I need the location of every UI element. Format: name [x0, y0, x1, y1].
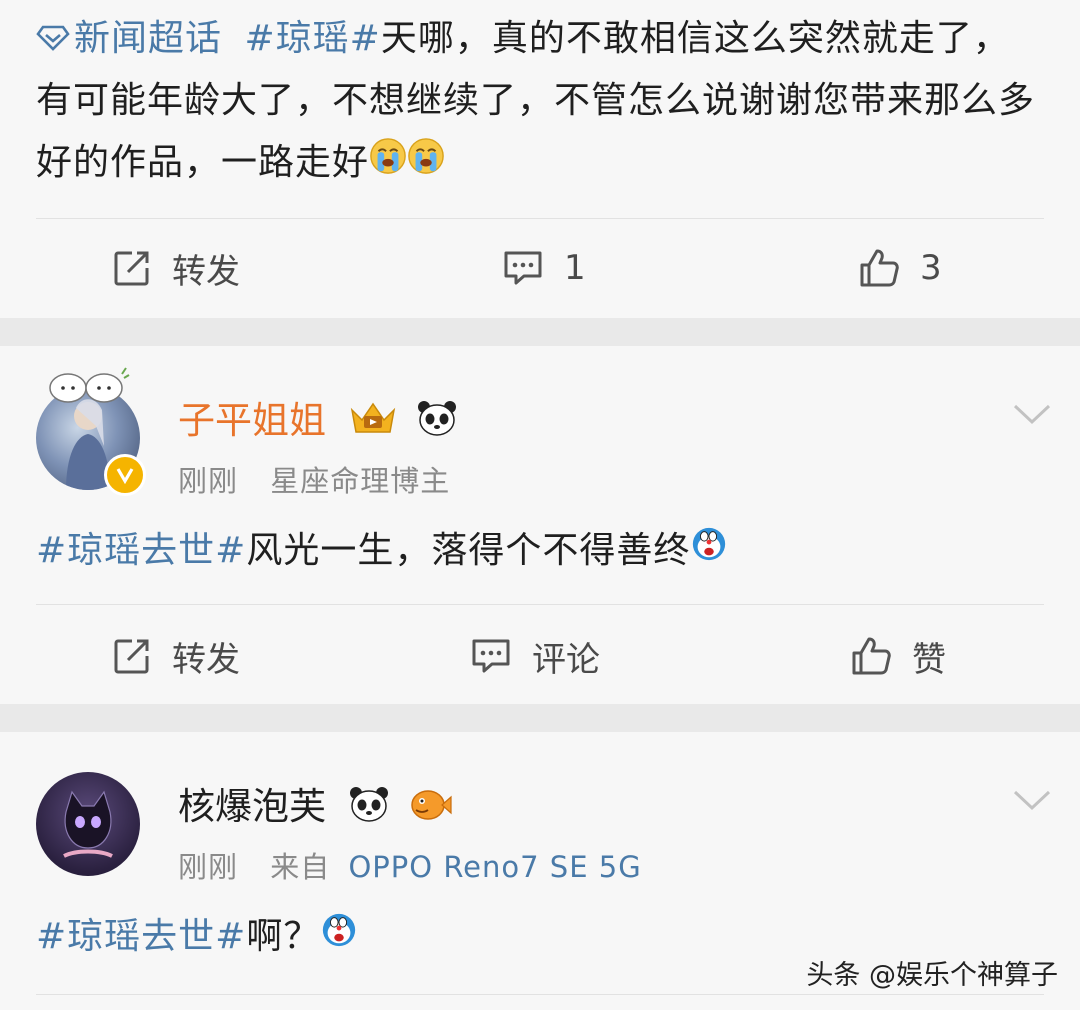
repost-label: 转发 — [172, 251, 240, 292]
chevron-down-icon[interactable] — [1012, 788, 1052, 812]
action-bar: 转发 1 3 — [0, 238, 1080, 298]
post-time: 刚刚 — [178, 464, 239, 498]
supertopic-link[interactable]: 新闻超话 — [36, 18, 234, 59]
username-text: 核爆泡芙 — [178, 785, 326, 828]
post-card-2: 子平姐姐 刚刚 星座命理博主 #琼瑶去世#风光一生，落得个不得善终 转发 评论 … — [0, 346, 1080, 704]
comment-button[interactable]: 1 — [502, 238, 586, 298]
thumbs-up-icon — [860, 249, 899, 287]
source-device-link[interactable]: OPPO Reno7 SE 5G — [348, 850, 641, 884]
comment-icon — [472, 639, 510, 673]
cloud-decoration-icon — [49, 367, 130, 403]
username[interactable]: 子平姐姐 — [178, 390, 458, 447]
post-body: 风光一生，落得个不得善终 — [246, 530, 691, 571]
post-time: 刚刚 — [178, 850, 239, 884]
action-bar: 转发 评论 赞 — [0, 626, 1080, 686]
section-gap — [0, 318, 1080, 346]
divider — [36, 604, 1044, 605]
crown-badge-icon — [348, 398, 398, 447]
post-card-1: 新闻超话 #琼瑶#天哪，真的不敢相信这么突然就走了，有可能年龄大了，不想继续了，… — [0, 0, 1080, 318]
source-prefix: 来自 — [270, 850, 331, 884]
post-body: 啊？ — [246, 916, 321, 957]
comment-label: 评论 — [532, 639, 600, 680]
repost-label: 转发 — [172, 639, 240, 680]
post-meta: 刚刚 星座命理博主 — [178, 458, 450, 500]
username-text: 子平姐姐 — [178, 399, 326, 442]
diamond-icon — [36, 25, 70, 51]
panda-icon — [416, 398, 458, 447]
doraemon-icon — [690, 521, 728, 583]
like-label: 赞 — [912, 639, 946, 680]
chevron-down-icon[interactable] — [1012, 402, 1052, 426]
like-count: 3 — [920, 248, 942, 288]
comment-icon — [504, 251, 542, 285]
crying-face-icon — [369, 133, 407, 195]
section-gap — [0, 704, 1080, 732]
repost-button[interactable]: 转发 — [112, 238, 240, 298]
crying-face-icon — [407, 133, 445, 195]
watermark: 头条 @娱乐个神算子 — [806, 960, 1058, 991]
pufferfish-icon — [408, 784, 452, 833]
like-button[interactable]: 赞 — [850, 626, 946, 686]
avatar[interactable] — [36, 772, 140, 876]
thumbs-up-icon — [852, 637, 891, 675]
topic-tag[interactable]: #琼瑶去世# — [36, 530, 246, 571]
repost-button[interactable]: 转发 — [112, 626, 240, 686]
topic-tag[interactable]: #琼瑶# — [244, 18, 380, 59]
like-button[interactable]: 3 — [858, 238, 942, 298]
verified-badge-icon — [104, 454, 146, 496]
share-icon — [114, 639, 149, 674]
comment-count: 1 — [564, 248, 586, 288]
username[interactable]: 核爆泡芙 — [178, 776, 452, 833]
comment-button[interactable]: 评论 — [470, 626, 600, 686]
user-bio: 星座命理博主 — [270, 464, 451, 498]
panda-icon — [348, 784, 390, 833]
post-text: #琼瑶去世#风光一生，落得个不得善终 — [36, 520, 1044, 583]
post-text: 新闻超话 #琼瑶#天哪，真的不敢相信这么突然就走了，有可能年龄大了，不想继续了，… — [36, 8, 1044, 195]
doraemon-icon — [320, 907, 358, 969]
divider — [36, 994, 1044, 995]
topic-tag[interactable]: #琼瑶去世# — [36, 916, 246, 957]
post-meta: 刚刚 来自 OPPO Reno7 SE 5G — [178, 844, 642, 886]
divider — [36, 218, 1044, 219]
supertopic-label: 新闻超话 — [74, 18, 223, 59]
share-icon — [114, 251, 149, 286]
